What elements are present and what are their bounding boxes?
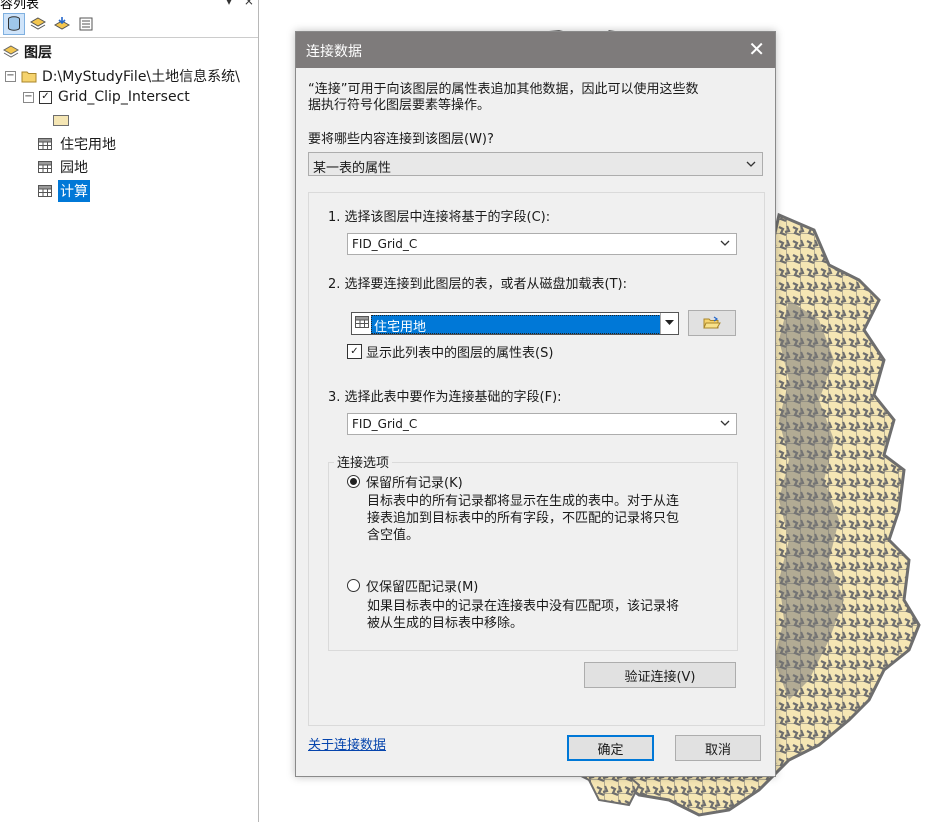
keep-matching-label: 仅保留匹配记录(M) [366, 580, 479, 595]
toc-table-row[interactable]: 住宅用地 [38, 134, 117, 154]
toc-layer-row[interactable]: − ✓ Grid_Clip_Intersect [23, 89, 191, 105]
layer-symbol-swatch[interactable] [53, 115, 69, 126]
options-button[interactable] [75, 13, 97, 35]
layers-icon [30, 17, 46, 30]
keep-all-radio[interactable] [347, 475, 360, 488]
polygon-symbol-icon [53, 115, 69, 126]
toc-table-name-selected: 计算 [58, 180, 90, 202]
about-joining-link[interactable]: 关于连接数据 [308, 734, 386, 753]
keep-all-description: 目标表中的所有记录都将显示在生成的表中。对于从连 接表追加到目标表中的所有字段，… [367, 493, 679, 544]
step3-label: 3. 选择此表中要作为连接基础的字段(F): [328, 390, 562, 405]
list-options-icon [79, 17, 93, 31]
desc-line: 目标表中的所有记录都将显示在生成的表中。对于从连 [367, 494, 680, 509]
layers-arrow-icon [54, 17, 70, 30]
toc-pin-close-controls[interactable]: ▾ × [226, 0, 258, 8]
toc-folder-row[interactable]: − D:\MyStudyFile\土地信息系统\ [5, 66, 241, 86]
layers-icon [3, 45, 19, 58]
step2-label: 2. 选择要连接到此图层的表，或者从磁盘加载表(T): [328, 277, 628, 292]
join-table-select[interactable]: 住宅用地 [351, 312, 679, 335]
join-data-dialog: 连接数据 ✕ “连接”可用于向该图层的属性表追加其他数据，因此可以使用这些数 据… [295, 31, 776, 777]
desc-line: 被从生成的目标表中移除。 [367, 616, 524, 631]
chevron-down-icon [720, 420, 730, 426]
join-type-select[interactable]: 某一表的属性 [308, 152, 763, 176]
list-by-source-button[interactable] [27, 13, 49, 35]
keep-all-radio-row[interactable]: 保留所有记录(K) [347, 472, 463, 491]
toc-table-name: 园地 [60, 160, 88, 176]
cancel-button[interactable]: 取消 [675, 735, 761, 761]
show-layers-checkbox-row[interactable]: ✓ 显示此列表中的图层的属性表(S) [347, 342, 553, 361]
toc-table-name: 住宅用地 [60, 137, 116, 153]
folder-icon [21, 71, 37, 82]
toc-toolbar-separator [0, 37, 258, 38]
desc-line: 接表追加到目标表中的所有字段，不匹配的记录将只包 [367, 511, 680, 526]
collapse-icon[interactable]: − [23, 91, 34, 103]
desc-line: 含空值。 [367, 528, 420, 543]
dialog-titlebar[interactable]: 连接数据 ✕ [296, 32, 775, 68]
description-line: 据执行符号化图层要素等操作。 [308, 98, 491, 113]
table-icon [355, 316, 369, 328]
join-what-label: 要将哪些内容连接到该图层(W)? [308, 132, 494, 147]
open-folder-icon [703, 316, 721, 329]
toc-folder-path: D:\MyStudyFile\土地信息系统\ [42, 69, 240, 85]
validate-join-button[interactable]: 验证连接(V) [584, 662, 736, 688]
toc-title: 容列表 [0, 0, 40, 12]
join-type-value: 某一表的属性 [313, 161, 392, 176]
dialog-description: “连接”可用于向该图层的属性表追加其他数据，因此可以使用这些数 据执行符号化图层… [308, 82, 698, 114]
table-of-contents-panel: 容列表 ▾ × 图层 − D:\MyStudyFile\土地信息系统\ − ✓ … [0, 0, 259, 822]
keep-matching-radio-row[interactable]: 仅保留匹配记录(M) [347, 576, 478, 595]
toc-layers-root[interactable]: 图层 [3, 42, 53, 62]
table-icon [38, 138, 52, 150]
toc-layers-label: 图层 [24, 45, 52, 61]
chevron-down-icon [746, 161, 756, 167]
toc-table-row[interactable]: 园地 [38, 157, 89, 177]
radio-selected-dot [350, 478, 357, 485]
triangle-down-icon [665, 320, 674, 325]
list-by-visibility-button[interactable] [51, 13, 73, 35]
join-table-highlight: 住宅用地 [371, 315, 661, 335]
layer-visibility-checkbox[interactable]: ✓ [39, 90, 52, 104]
ok-button[interactable]: 确定 [567, 735, 654, 761]
keep-matching-radio[interactable] [347, 579, 360, 592]
desc-line: 如果目标表中的记录在连接表中没有匹配项，该记录将 [367, 599, 680, 614]
table-icon [38, 185, 52, 197]
table-icon [38, 161, 52, 173]
description-line: “连接”可用于向该图层的属性表追加其他数据，因此可以使用这些数 [308, 82, 699, 97]
join-field-value: FID_Grid_C [352, 237, 418, 251]
show-layers-label: 显示此列表中的图层的属性表(S) [366, 346, 554, 361]
join-table-value: 住宅用地 [374, 320, 427, 335]
close-icon[interactable]: ✕ [748, 37, 765, 61]
join-table-field-value: FID_Grid_C [352, 417, 418, 431]
browse-table-button[interactable] [688, 310, 736, 336]
join-table-field-select[interactable]: FID_Grid_C [347, 413, 737, 435]
list-by-drawing-order-button[interactable] [3, 13, 25, 35]
database-icon [8, 16, 20, 31]
show-layers-checkbox[interactable]: ✓ [347, 344, 362, 359]
dialog-title: 连接数据 [306, 44, 362, 60]
toc-layer-name: Grid_Clip_Intersect [58, 89, 190, 105]
keep-all-label: 保留所有记录(K) [366, 476, 463, 491]
keep-matching-description: 如果目标表中的记录在连接表中没有匹配项，该记录将 被从生成的目标表中移除。 [367, 598, 679, 632]
toc-table-row[interactable]: 计算 [38, 180, 90, 202]
join-table-dropdown-button[interactable] [660, 313, 678, 334]
join-options-title: 连接选项 [334, 452, 393, 471]
toc-toolbar [3, 13, 97, 37]
join-field-select[interactable]: FID_Grid_C [347, 233, 737, 255]
collapse-icon[interactable]: − [5, 70, 16, 82]
step1-label: 1. 选择该图层中连接将基于的字段(C): [328, 210, 551, 225]
chevron-down-icon [720, 240, 730, 246]
